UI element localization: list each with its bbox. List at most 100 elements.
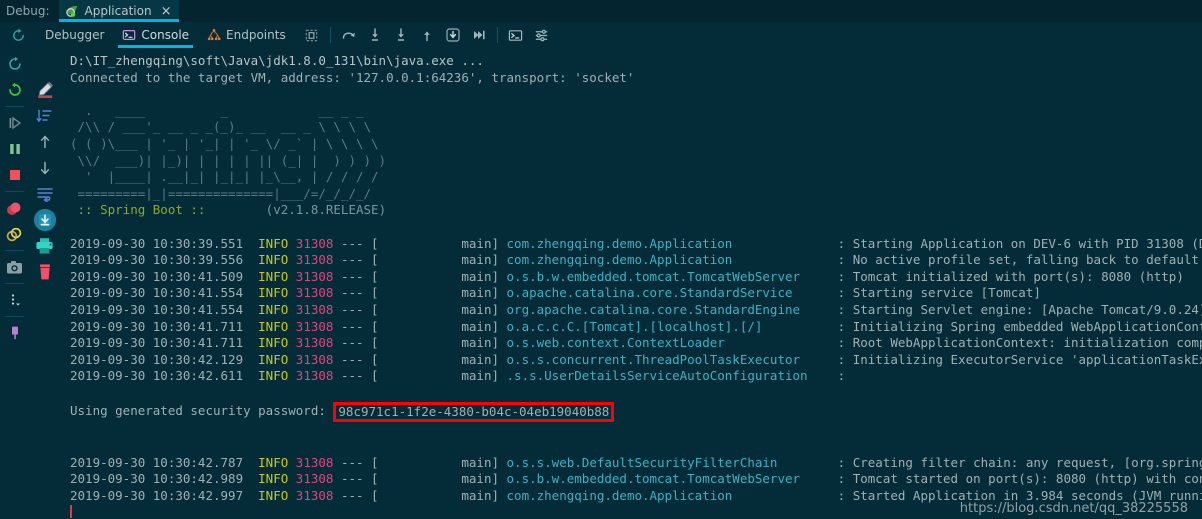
step-out-icon[interactable] (416, 24, 438, 46)
console-command-line: D:\IT_zhengqing\soft\Java\jdk1.8.0_131\b… (70, 53, 484, 68)
run-to-cursor-icon[interactable] (468, 24, 490, 46)
log-pid: 31308 (295, 454, 341, 470)
log-thread: main] (378, 268, 507, 284)
log-logger: org.apache.catalina.core.StandardEngine (506, 301, 838, 317)
log-level: INFO (258, 471, 296, 487)
log-separator: --- [ (340, 318, 379, 334)
log-pid: 31308 (295, 471, 341, 487)
evaluate-expression-icon[interactable] (505, 24, 527, 46)
log-logger: o.s.b.w.embedded.tomcat.TomcatWebServer (506, 471, 838, 487)
spring-boot-label: :: Spring Boot :: (70, 202, 213, 218)
pause-program-icon[interactable] (3, 136, 27, 162)
log-separator: --- [ (340, 351, 379, 367)
console-connected-line: Connected to the target VM, address: '12… (70, 69, 635, 85)
log-thread: main] (378, 471, 507, 487)
log-message: : (837, 368, 853, 384)
debug-tabstrip: Debug: Application × (0, 0, 1202, 22)
tab-debugger[interactable]: Debugger (31, 22, 113, 48)
toolbar-separator (329, 27, 331, 43)
log-level: INFO (258, 351, 296, 367)
log-separator: --- [ (340, 301, 379, 317)
mute-breakpoints-icon[interactable] (3, 221, 27, 247)
tab-console[interactable]: Console (113, 22, 198, 48)
log-line: 2019-09-30 10:30:39.556 INFO 31308 --- [… (70, 252, 1202, 269)
drop-frame-icon[interactable] (442, 24, 464, 46)
clear-all-icon[interactable] (33, 259, 57, 285)
log-logger: com.zhengqing.demo.Application (506, 252, 838, 268)
settings-icon[interactable] (531, 24, 553, 46)
log-pid: 31308 (295, 268, 341, 284)
force-step-into-icon[interactable] (390, 24, 412, 46)
log-pid: 31308 (295, 318, 341, 334)
debug-label: Debug: (6, 4, 50, 18)
resume-program-icon[interactable] (3, 110, 27, 136)
scroll-up-icon[interactable] (33, 129, 57, 155)
log-pid: 31308 (295, 351, 341, 367)
log-pid: 31308 (295, 301, 341, 317)
console-output[interactable]: D:\IT_zhengqing\soft\Java\jdk1.8.0_131\b… (60, 48, 1202, 519)
log-timestamp: 2019-09-30 10:30:42.129 (70, 351, 259, 367)
spring-boot-version: (v2.1.8.RELEASE) (213, 202, 387, 218)
log-thread: main] (378, 318, 507, 334)
log-timestamp: 2019-09-30 10:30:41.554 (70, 301, 259, 317)
security-password-label: Using generated security password: (70, 403, 334, 419)
more-options-icon[interactable] (3, 287, 27, 313)
highlight-icon[interactable] (33, 77, 57, 103)
log-line: 2019-09-30 10:30:42.129 INFO 31308 --- [… (70, 352, 1202, 369)
step-into-icon[interactable] (364, 24, 386, 46)
soft-wrap-icon[interactable] (33, 103, 57, 129)
use-soft-wraps-icon[interactable] (33, 181, 57, 207)
gutter-separator-2 (5, 191, 24, 192)
log-thread: main] (378, 335, 507, 351)
log-level: INFO (258, 487, 296, 503)
restart-icon[interactable] (3, 77, 27, 103)
log-level: INFO (258, 285, 296, 301)
log-timestamp: 2019-09-30 10:30:42.787 (70, 454, 259, 470)
log-pid: 31308 (295, 252, 341, 268)
log-message: : Initializing Spring embedded WebApplic… (837, 318, 1202, 334)
log-line: 2019-09-30 10:30:41.711 INFO 31308 --- [… (70, 319, 1202, 336)
rerun-icon[interactable] (3, 51, 27, 77)
log-timestamp: 2019-09-30 10:30:42.611 (70, 368, 259, 384)
tab-debugger-label: Debugger (45, 28, 105, 42)
log-message: : Tomcat initialized with port(s): 8080 … (837, 268, 1184, 284)
rerun-icon[interactable] (7, 24, 29, 46)
scroll-to-end-icon[interactable] (33, 207, 57, 233)
tab-endpoints[interactable]: Endpoints (198, 22, 295, 48)
gutter-separator-4 (5, 283, 24, 284)
console-icon (122, 28, 136, 42)
tab-console-label: Console (141, 28, 190, 42)
step-over-icon[interactable] (338, 24, 360, 46)
screenshot-icon[interactable] (3, 254, 27, 280)
log-line: 2019-09-30 10:30:42.989 INFO 31308 --- [… (70, 471, 1202, 488)
view-breakpoints-icon[interactable] (3, 195, 27, 221)
security-password-value[interactable]: 98c971c1-1f2e-4380-b04c-04eb19040b88 (333, 402, 615, 423)
run-tab-label: Application (84, 4, 152, 18)
log-pid: 31308 (295, 285, 341, 301)
log-logger: com.zhengqing.demo.Application (506, 487, 838, 503)
log-message: : Initializing ExecutorService 'applicat… (837, 351, 1202, 367)
log-separator: --- [ (340, 235, 379, 251)
log-logger: o.apache.catalina.core.StandardService (506, 285, 838, 301)
log-thread: main] (378, 235, 507, 251)
show-execution-point-icon[interactable] (301, 24, 323, 46)
log-timestamp: 2019-09-30 10:30:41.711 (70, 335, 259, 351)
log-separator: --- [ (340, 268, 379, 284)
log-line: 2019-09-30 10:30:39.551 INFO 31308 --- [… (70, 236, 1202, 253)
log-pid: 31308 (295, 487, 341, 503)
log-message: : Root WebApplicationContext: initializa… (837, 335, 1202, 351)
close-icon[interactable]: × (161, 5, 172, 18)
log-timestamp: 2019-09-30 10:30:41.509 (70, 268, 259, 284)
print-icon[interactable] (33, 233, 57, 259)
tab-endpoints-label: Endpoints (226, 28, 286, 42)
stop-icon[interactable] (3, 162, 27, 188)
run-configuration-tab[interactable]: Application × (58, 0, 180, 22)
pin-tab-icon[interactable] (3, 320, 27, 346)
log-block-started: 2019-09-30 10:30:42.787 INFO 31308 --- [… (70, 455, 1202, 505)
scroll-down-icon[interactable] (33, 155, 57, 181)
spring-banner-line: ' |____| .__|_| |_|_| |_\__, | / / / / (70, 169, 379, 185)
debug-tool-window: Debug: Application × Debugger Console En… (0, 0, 1202, 519)
log-level: INFO (258, 335, 296, 351)
